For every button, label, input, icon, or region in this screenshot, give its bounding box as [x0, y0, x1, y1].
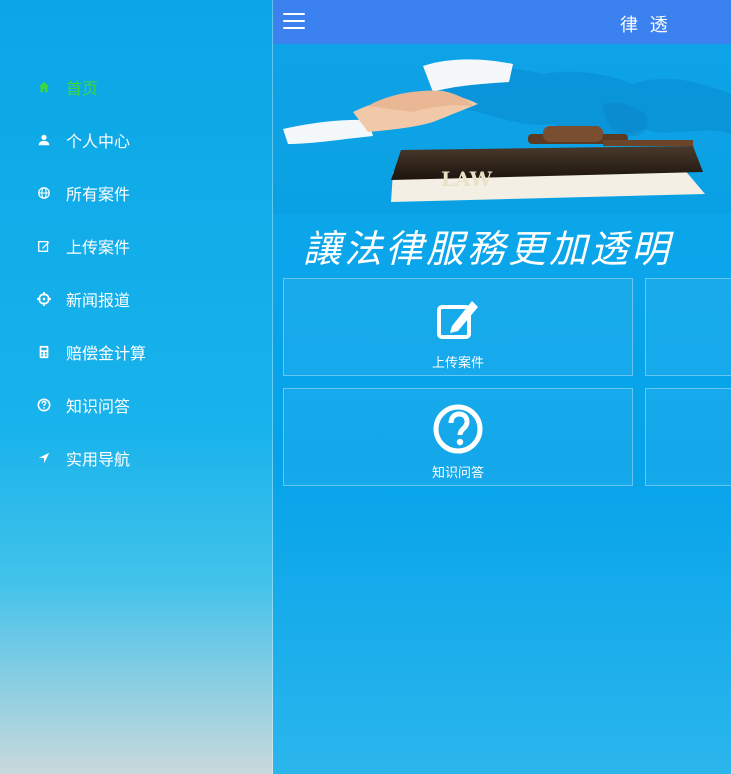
tile-knowledge-qa[interactable]: 知识问答	[283, 388, 633, 486]
tile-label: 知识问答	[431, 466, 484, 481]
sidebar-item-label: 新闻报道	[66, 290, 131, 310]
calculator-icon	[36, 344, 52, 360]
question-circle-icon	[36, 397, 52, 413]
sidebar-item-label: 实用导航	[66, 449, 131, 469]
sidebar-item-label: 个人中心	[66, 131, 131, 151]
tile-partial[interactable]	[645, 278, 731, 376]
banner-illustration: LAW	[273, 44, 731, 214]
sidebar-item-all-cases[interactable]: 所有案件	[0, 166, 272, 219]
edit-icon	[432, 293, 484, 345]
menu-toggle-icon[interactable]	[283, 13, 305, 31]
sidebar-item-knowledge-qa[interactable]: 知识问答	[0, 378, 272, 431]
sidebar: 首页 个人中心 所有案件 上传案件 新闻报道 赔偿金计算 知识问答 实用导航	[0, 0, 273, 774]
globe-icon	[36, 185, 52, 201]
sidebar-item-label: 上传案件	[66, 237, 131, 257]
tile-partial[interactable]	[645, 388, 731, 486]
edit-icon	[36, 238, 52, 254]
banner-image: LAW	[273, 44, 731, 214]
banner-slogan: 讓法律服務更加透明	[303, 227, 673, 271]
tile-label: 上传案件	[431, 356, 484, 371]
sidebar-item-news[interactable]: 新闻报道	[0, 272, 272, 325]
top-navbar: 律 透	[273, 0, 731, 45]
tile-upload-case[interactable]: 上传案件	[283, 278, 633, 376]
main-content: 律 透 LAW 讓法律服務更加透明 上传案件 知识问答	[273, 0, 731, 774]
location-arrow-icon	[36, 450, 52, 466]
sidebar-item-upload-case[interactable]: 上传案件	[0, 219, 272, 272]
sidebar-item-label: 赔偿金计算	[66, 343, 147, 363]
user-icon	[36, 132, 52, 148]
home-icon	[36, 79, 52, 95]
sidebar-menu: 首页 个人中心 所有案件 上传案件 新闻报道 赔偿金计算 知识问答 实用导航	[0, 60, 272, 484]
sidebar-item-label: 首页	[66, 78, 99, 98]
crosshair-icon	[36, 291, 52, 307]
sidebar-item-practical-navigation[interactable]: 实用导航	[0, 431, 272, 484]
app-title: 律 透	[620, 15, 671, 36]
sidebar-item-compensation-calculator[interactable]: 赔偿金计算	[0, 325, 272, 378]
sidebar-item-label: 知识问答	[66, 396, 131, 416]
sidebar-item-label: 所有案件	[66, 184, 131, 204]
sidebar-item-home[interactable]: 首页	[0, 60, 272, 113]
question-circle-icon	[432, 403, 484, 455]
sidebar-item-personal-center[interactable]: 个人中心	[0, 113, 272, 166]
banner-book-text: LAW	[441, 167, 493, 191]
